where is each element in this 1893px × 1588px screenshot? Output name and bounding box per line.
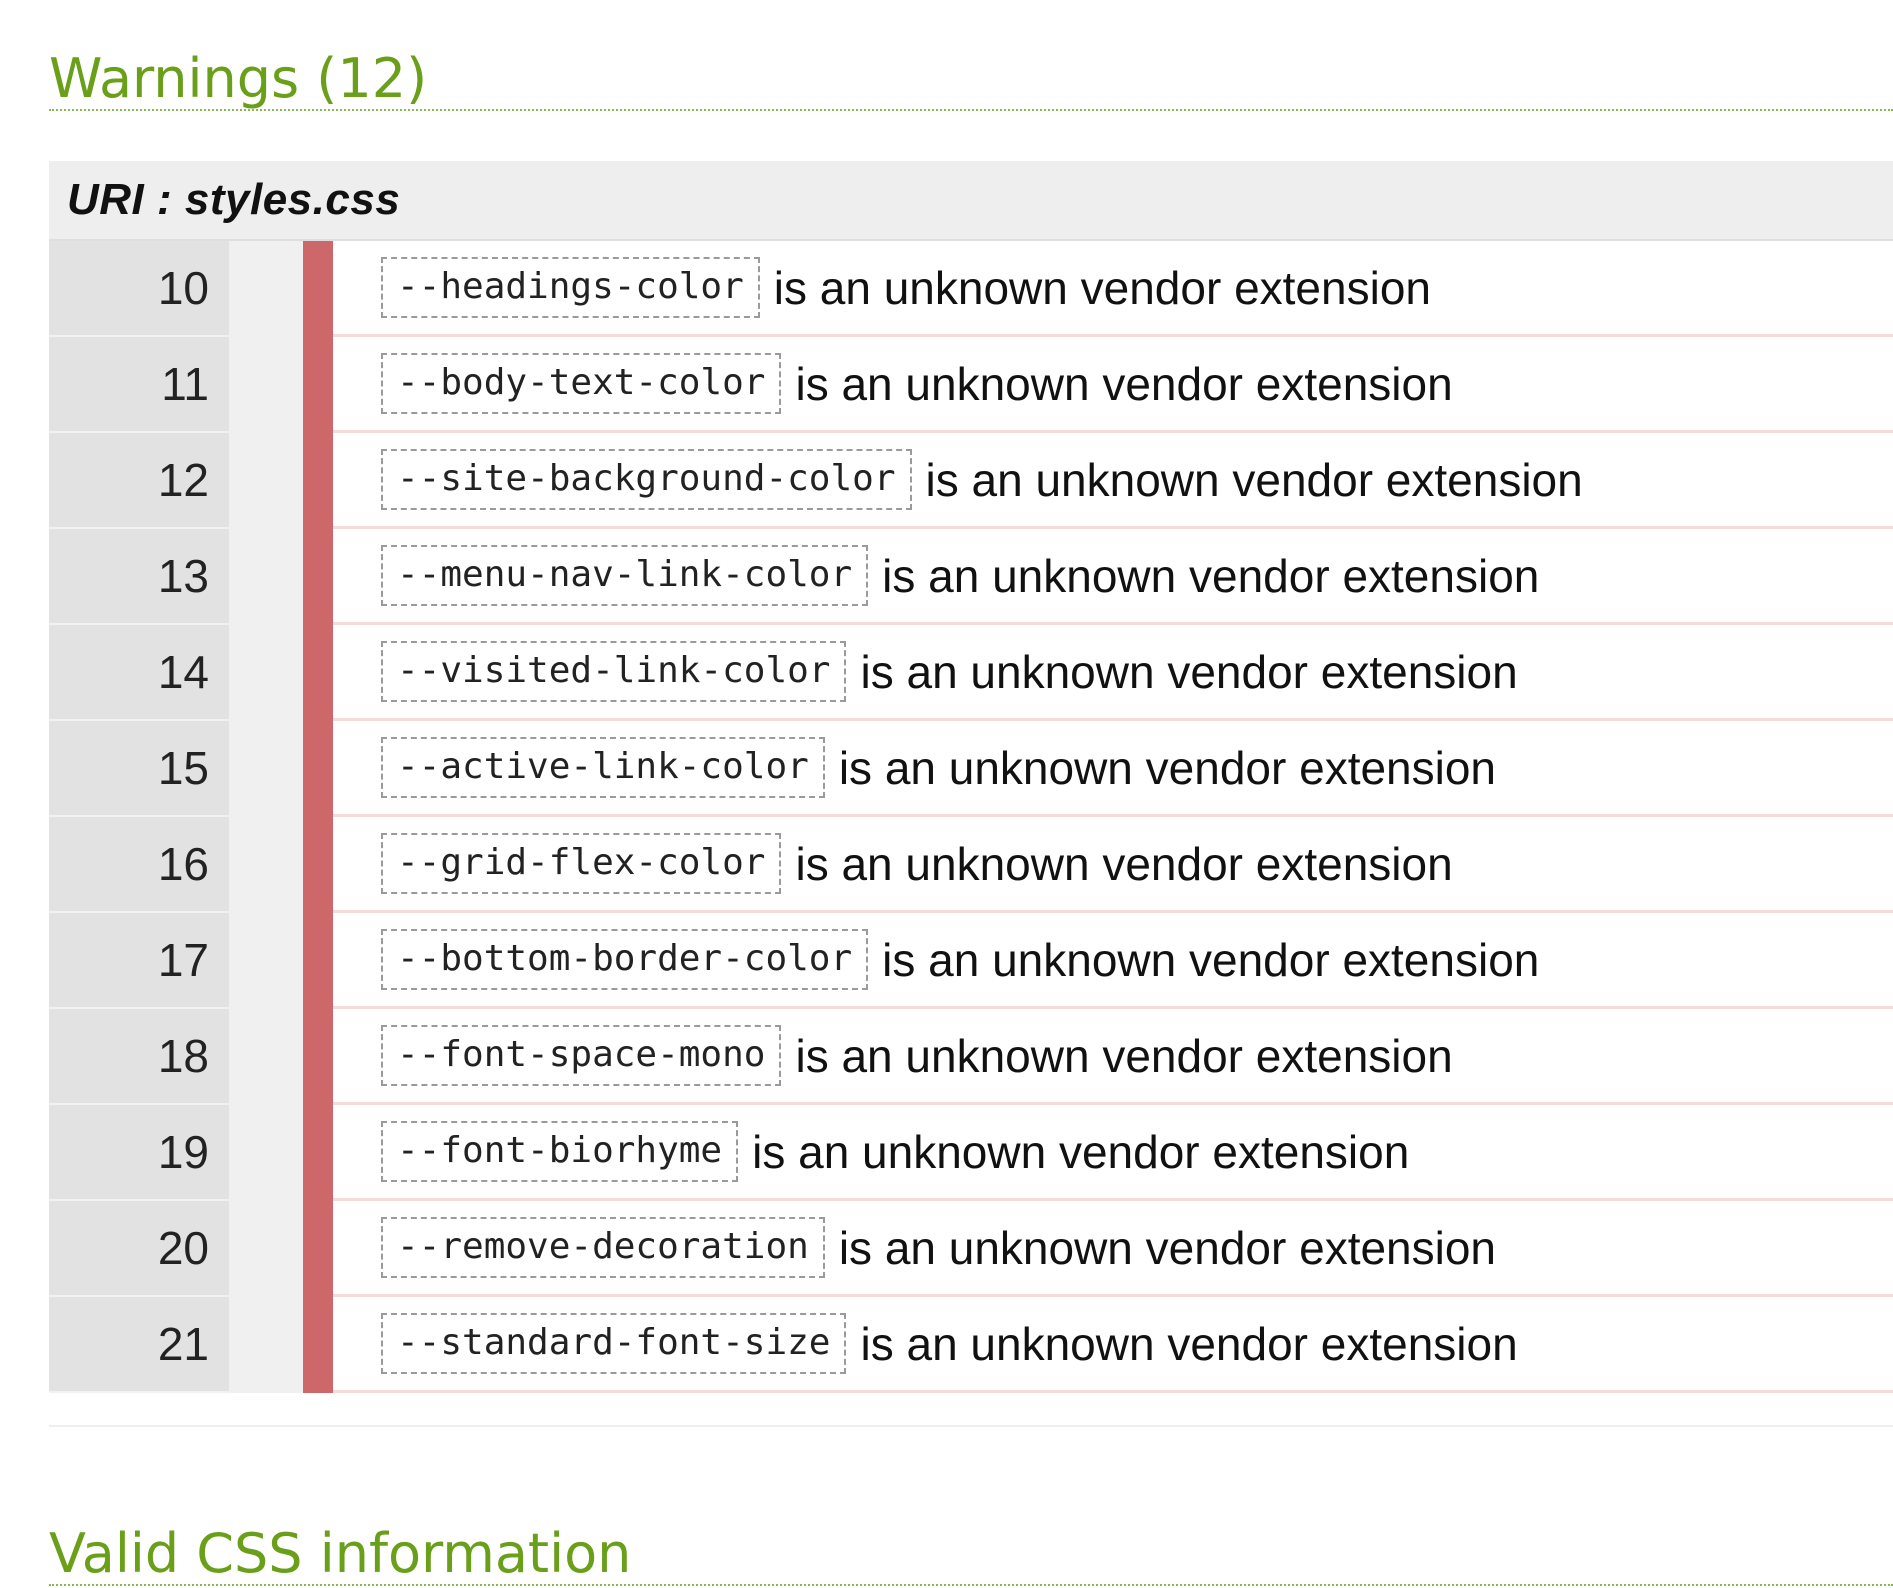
row-gutter bbox=[229, 1105, 303, 1201]
row-gutter bbox=[229, 817, 303, 913]
valid-css-heading: Valid CSS information bbox=[49, 1527, 1893, 1586]
property-name: --grid-flex-color bbox=[381, 832, 782, 895]
property-name: --font-space-mono bbox=[381, 1024, 782, 1087]
warning-rows: 10 --headings-color is an unknown vendor… bbox=[49, 241, 1893, 1393]
warning-text: is an unknown vendor extension bbox=[860, 1317, 1518, 1370]
warning-marker bbox=[303, 913, 333, 1009]
warning-marker bbox=[303, 1105, 333, 1201]
property-name: --remove-decoration bbox=[381, 1216, 825, 1279]
row-gutter bbox=[229, 241, 303, 337]
warning-message: --remove-decoration is an unknown vendor… bbox=[333, 1201, 1893, 1297]
warning-text: is an unknown vendor extension bbox=[795, 837, 1453, 890]
warning-row: 18 --font-space-mono is an unknown vendo… bbox=[49, 1009, 1893, 1105]
warning-row: 11 --body-text-color is an unknown vendo… bbox=[49, 337, 1893, 433]
row-gutter bbox=[229, 1201, 303, 1297]
warning-text: is an unknown vendor extension bbox=[882, 933, 1540, 986]
warning-message: --headings-color is an unknown vendor ex… bbox=[333, 241, 1893, 337]
warning-message: --active-link-color is an unknown vendor… bbox=[333, 721, 1893, 817]
warning-text: is an unknown vendor extension bbox=[882, 549, 1540, 602]
row-gutter bbox=[229, 337, 303, 433]
warning-message: --body-text-color is an unknown vendor e… bbox=[333, 337, 1893, 433]
property-name: --body-text-color bbox=[381, 352, 782, 415]
warning-text: is an unknown vendor extension bbox=[925, 453, 1583, 506]
warning-message: --visited-link-color is an unknown vendo… bbox=[333, 625, 1893, 721]
warning-text: is an unknown vendor extension bbox=[773, 261, 1431, 314]
warning-text: is an unknown vendor extension bbox=[860, 645, 1518, 698]
line-number: 17 bbox=[49, 913, 229, 1009]
warning-message: --standard-font-size is an unknown vendo… bbox=[333, 1297, 1893, 1393]
warning-row: 17 --bottom-border-color is an unknown v… bbox=[49, 913, 1893, 1009]
row-gutter bbox=[229, 1009, 303, 1105]
warning-row: 21 --standard-font-size is an unknown ve… bbox=[49, 1297, 1893, 1393]
property-name: --site-background-color bbox=[381, 448, 912, 511]
uri-separator: : bbox=[144, 175, 185, 224]
property-name: --font-biorhyme bbox=[381, 1120, 739, 1183]
uri-header: URI : styles.css bbox=[49, 161, 1893, 241]
warning-marker bbox=[303, 721, 333, 817]
warning-row: 16 --grid-flex-color is an unknown vendo… bbox=[49, 817, 1893, 913]
warning-message: --bottom-border-color is an unknown vend… bbox=[333, 913, 1893, 1009]
property-name: --standard-font-size bbox=[381, 1312, 847, 1375]
row-gutter bbox=[229, 433, 303, 529]
row-gutter bbox=[229, 625, 303, 721]
warning-marker bbox=[303, 433, 333, 529]
warning-row: 12 --site-background-color is an unknown… bbox=[49, 433, 1893, 529]
line-number: 18 bbox=[49, 1009, 229, 1105]
warning-row: 13 --menu-nav-link-color is an unknown v… bbox=[49, 529, 1893, 625]
warning-text: is an unknown vendor extension bbox=[838, 1221, 1497, 1274]
warning-marker bbox=[303, 529, 333, 625]
warning-marker bbox=[303, 337, 333, 433]
warning-marker bbox=[303, 1009, 333, 1105]
line-number: 11 bbox=[49, 337, 229, 433]
uri-label: URI bbox=[67, 175, 145, 224]
warning-row: 10 --headings-color is an unknown vendor… bbox=[49, 241, 1893, 337]
warning-row: 19 --font-biorhyme is an unknown vendor … bbox=[49, 1105, 1893, 1201]
property-name: --menu-nav-link-color bbox=[381, 544, 869, 607]
property-name: --bottom-border-color bbox=[381, 928, 869, 991]
warning-message: --site-background-color is an unknown ve… bbox=[333, 433, 1893, 529]
warning-text: is an unknown vendor extension bbox=[795, 357, 1453, 410]
property-name: --active-link-color bbox=[381, 736, 825, 799]
line-number: 10 bbox=[49, 241, 229, 337]
row-gutter bbox=[229, 1297, 303, 1393]
warning-marker bbox=[303, 241, 333, 337]
row-gutter bbox=[229, 721, 303, 817]
warning-text: is an unknown vendor extension bbox=[752, 1125, 1410, 1178]
warning-message: --font-biorhyme is an unknown vendor ext… bbox=[333, 1105, 1893, 1201]
warning-message: --menu-nav-link-color is an unknown vend… bbox=[333, 529, 1893, 625]
line-number: 20 bbox=[49, 1201, 229, 1297]
line-number: 19 bbox=[49, 1105, 229, 1201]
warning-message: --font-space-mono is an unknown vendor e… bbox=[333, 1009, 1893, 1105]
warning-row: 14 --visited-link-color is an unknown ve… bbox=[49, 625, 1893, 721]
warning-row: 15 --active-link-color is an unknown ven… bbox=[49, 721, 1893, 817]
warning-marker bbox=[303, 1297, 333, 1393]
row-gutter bbox=[229, 529, 303, 625]
property-name: --visited-link-color bbox=[381, 640, 847, 703]
warning-row: 20 --remove-decoration is an unknown ven… bbox=[49, 1201, 1893, 1297]
line-number: 21 bbox=[49, 1297, 229, 1393]
warning-text: is an unknown vendor extension bbox=[838, 741, 1497, 794]
table-divider bbox=[49, 1393, 1893, 1427]
warning-marker bbox=[303, 817, 333, 913]
row-gutter bbox=[229, 913, 303, 1009]
line-number: 12 bbox=[49, 433, 229, 529]
line-number: 14 bbox=[49, 625, 229, 721]
warning-message: --grid-flex-color is an unknown vendor e… bbox=[333, 817, 1893, 913]
warning-marker bbox=[303, 1201, 333, 1297]
line-number: 15 bbox=[49, 721, 229, 817]
warnings-heading: Warnings (12) bbox=[49, 52, 1893, 111]
property-name: --headings-color bbox=[381, 256, 760, 319]
line-number: 13 bbox=[49, 529, 229, 625]
warning-text: is an unknown vendor extension bbox=[795, 1029, 1453, 1082]
uri-file: styles.css bbox=[184, 175, 401, 224]
warning-marker bbox=[303, 625, 333, 721]
line-number: 16 bbox=[49, 817, 229, 913]
warnings-table: URI : styles.css 10 --headings-color is … bbox=[49, 161, 1893, 1427]
